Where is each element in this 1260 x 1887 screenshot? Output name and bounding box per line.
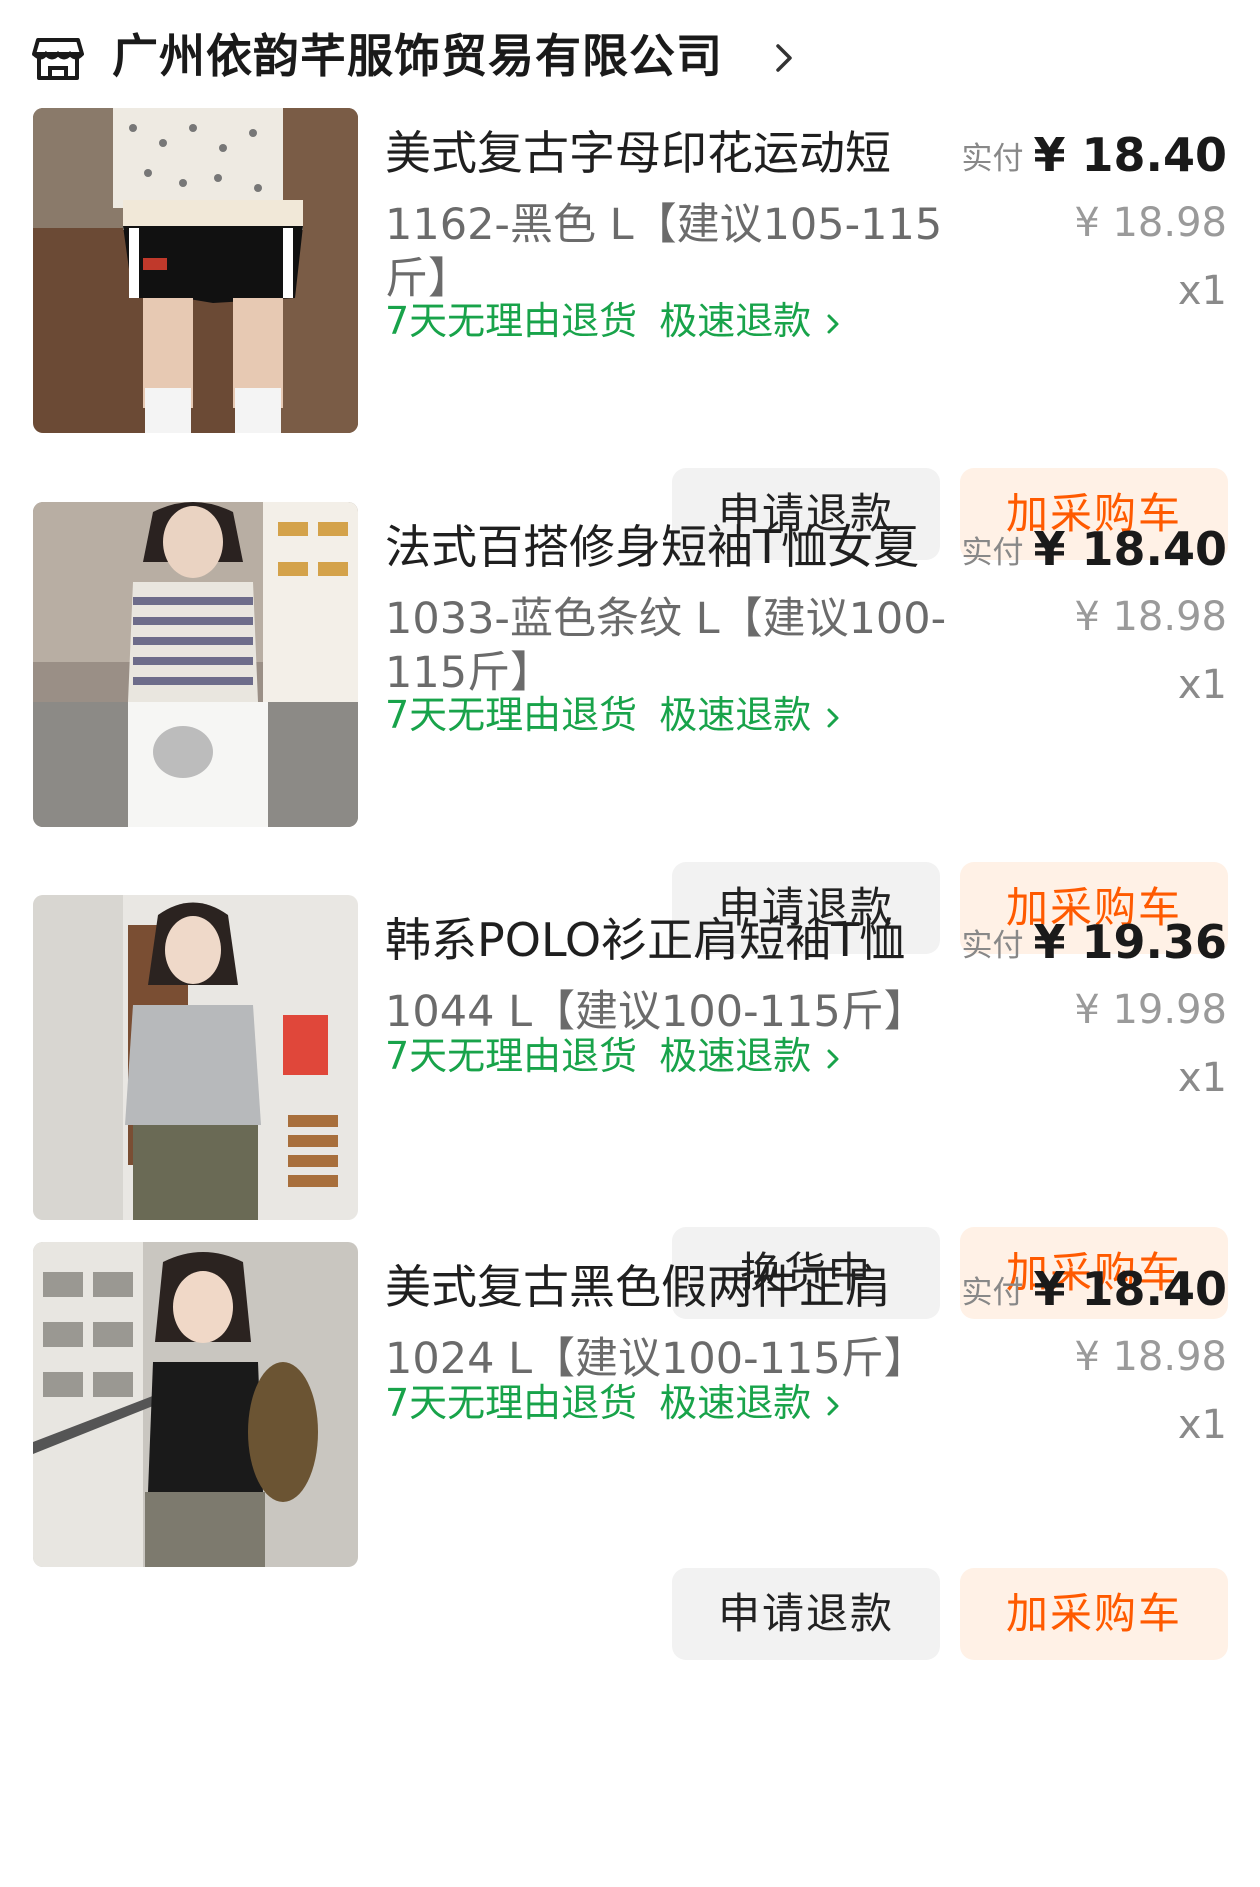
paid-price-row: 实付 ¥ 18.40 xyxy=(961,1262,1227,1316)
quantity: x1 xyxy=(1177,268,1227,314)
product-image[interactable] xyxy=(33,895,358,1220)
chevron-right-icon xyxy=(827,708,839,727)
quantity: x1 xyxy=(1177,1402,1227,1448)
product-image[interactable] xyxy=(33,108,358,433)
quantity: x1 xyxy=(1177,1055,1227,1101)
store-name[interactable]: 广州依韵芊服饰贸易有限公司 xyxy=(112,26,723,86)
paid-price-row: 实付 ¥ 18.40 xyxy=(961,128,1227,182)
promo-return-tag: 7天无理由退货 xyxy=(385,693,638,737)
promo-refund-tag: 极速退款 xyxy=(659,1034,812,1078)
promo-tags[interactable]: 7天无理由退货 极速退款 xyxy=(385,296,843,346)
promo-tags[interactable]: 7天无理由退货 极速退款 xyxy=(385,690,843,740)
chevron-right-icon xyxy=(827,1396,839,1415)
paid-price-row: 实付 ¥ 18.40 xyxy=(961,522,1227,576)
promo-refund-tag: 极速退款 xyxy=(659,693,812,737)
product-sku: 1033-蓝色条纹 L【建议100-115斤】 xyxy=(385,594,947,698)
original-price: ¥ 19.98 xyxy=(1074,987,1227,1033)
product-title[interactable]: 美式复古黑色假两件正肩 xyxy=(385,1256,955,1318)
product-image[interactable] xyxy=(33,502,358,827)
promo-return-tag: 7天无理由退货 xyxy=(385,299,638,343)
store-header[interactable]: 广州依韵芊服饰贸易有限公司 xyxy=(0,0,1260,112)
original-price: ¥ 18.98 xyxy=(1074,594,1227,640)
order-item[interactable]: 美式复古字母印花运动短 1162-黑色 L【建议105-115斤】 7天无理由退… xyxy=(0,108,1260,560)
product-image[interactable] xyxy=(33,1242,358,1567)
paid-label: 实付 xyxy=(961,534,1024,571)
paid-price-row: 实付 ¥ 19.36 xyxy=(961,915,1227,969)
product-title[interactable]: 韩系POLO衫正肩短袖T恤 xyxy=(385,909,955,971)
chevron-right-icon[interactable] xyxy=(770,40,798,76)
product-sku: 1162-黑色 L【建议105-115斤】 xyxy=(385,200,943,304)
promo-refund-tag: 极速退款 xyxy=(659,299,812,343)
paid-label: 实付 xyxy=(961,927,1024,964)
quantity: x1 xyxy=(1177,662,1227,708)
promo-tags[interactable]: 7天无理由退货 极速退款 xyxy=(385,1031,843,1081)
paid-price: ¥ 18.40 xyxy=(1033,522,1227,576)
paid-label: 实付 xyxy=(961,140,1024,177)
promo-return-tag: 7天无理由退货 xyxy=(385,1381,638,1425)
add-to-cart-button[interactable]: 加采购车 xyxy=(960,1568,1228,1660)
product-title[interactable]: 法式百搭修身短袖T恤女夏 xyxy=(385,516,955,578)
paid-price: ¥ 18.40 xyxy=(1033,128,1227,182)
chevron-right-icon xyxy=(827,1049,839,1068)
refund-button[interactable]: 申请退款 xyxy=(672,1568,940,1660)
store-icon xyxy=(32,38,84,80)
promo-return-tag: 7天无理由退货 xyxy=(385,1034,638,1078)
product-title[interactable]: 美式复古字母印花运动短 xyxy=(385,122,955,184)
paid-label: 实付 xyxy=(961,1274,1024,1311)
promo-refund-tag: 极速退款 xyxy=(659,1381,812,1425)
promo-tags[interactable]: 7天无理由退货 极速退款 xyxy=(385,1378,843,1428)
chevron-right-icon xyxy=(827,314,839,333)
order-item[interactable]: 美式复古黑色假两件正肩 1024 L【建议100-115斤】 7天无理由退货 极速… xyxy=(0,1242,1260,1692)
order-item[interactable]: 法式百搭修身短袖T恤女夏 1033-蓝色条纹 L【建议100-115斤】 7天无… xyxy=(0,502,1260,954)
paid-price: ¥ 19.36 xyxy=(1033,915,1227,969)
original-price: ¥ 18.98 xyxy=(1074,1334,1227,1380)
original-price: ¥ 18.98 xyxy=(1074,200,1227,246)
paid-price: ¥ 18.40 xyxy=(1033,1262,1227,1316)
